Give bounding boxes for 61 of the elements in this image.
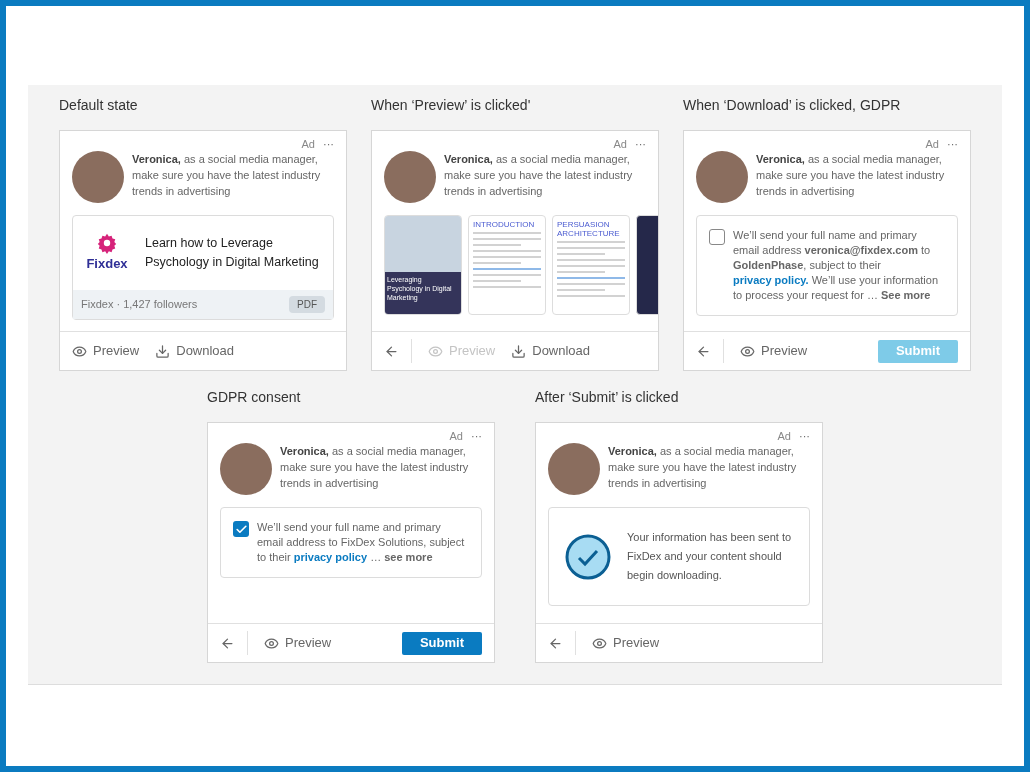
company-followers: Fixdex · 1,427 followers bbox=[81, 296, 198, 312]
download-icon bbox=[511, 343, 527, 359]
back-button[interactable] bbox=[696, 339, 724, 363]
ad-label: Ad bbox=[925, 136, 939, 152]
avatar-placeholder bbox=[384, 151, 436, 203]
checkmark-circle-icon bbox=[565, 533, 611, 580]
ad-message: Veronica, as a social media manager, make sure you have the latest industry trends in advertising bbox=[280, 444, 470, 491]
avatar-placeholder bbox=[548, 443, 600, 495]
consent-text: We’ll send your full name and primary email address to FixDex Solutions, subject to their privacy policy … see more bbox=[257, 520, 466, 565]
ad-message: Veronica, as a social media manager, make sure you have the latest industry trends in advertising bbox=[608, 444, 798, 491]
privacy-policy-link[interactable]: privacy policy bbox=[293, 551, 368, 563]
state-caption: After ‘Submit’ is clicked bbox=[535, 388, 680, 407]
state-caption: When ‘Preview’ is clicked' bbox=[371, 96, 532, 115]
brand-logo-text: Fixdex bbox=[86, 255, 128, 273]
preview-button[interactable]: Preview bbox=[72, 341, 140, 361]
preview-button[interactable]: Preview bbox=[592, 633, 660, 653]
back-button[interactable] bbox=[220, 631, 248, 655]
ad-label: Ad bbox=[777, 428, 791, 444]
preview-button[interactable]: Preview bbox=[740, 341, 808, 361]
ad-message: Veronica, as a social media manager, make sure you have the latest industry trends in advertising bbox=[756, 152, 946, 199]
more-options-button[interactable]: ··· bbox=[471, 430, 482, 442]
file-type-label: PDF bbox=[289, 295, 325, 313]
document-title: Learn how to Leverage Psychology in Digital Marketing bbox=[145, 234, 320, 271]
ad-label: Ad bbox=[301, 136, 315, 152]
ad-label: Ad bbox=[449, 428, 463, 444]
back-button[interactable] bbox=[548, 631, 576, 655]
eye-icon bbox=[264, 635, 279, 651]
more-options-button[interactable]: ··· bbox=[323, 138, 334, 150]
consent-checkbox[interactable] bbox=[233, 521, 249, 537]
state-caption: When ‘Download’ is clicked, GDPR bbox=[683, 96, 902, 115]
avatar-placeholder bbox=[696, 151, 748, 203]
ad-message: Veronica, as a social media manager, make sure you have the latest industry trends in advertising bbox=[132, 152, 322, 199]
state-caption: Default state bbox=[59, 96, 139, 115]
submit-button[interactable]: Submit bbox=[401, 631, 482, 655]
download-button[interactable]: Download bbox=[155, 341, 235, 361]
avatar-placeholder bbox=[72, 151, 124, 203]
avatar-placeholder bbox=[220, 443, 272, 495]
download-icon bbox=[155, 343, 171, 359]
consent-checkbox[interactable] bbox=[709, 229, 725, 245]
document-card[interactable]: Fixdex Learn how to Leverage Psychology in Digital Marketing Fixdex · 1,427 followers PDF bbox=[72, 215, 334, 320]
consent-text: We’ll send your full name and primary email address veronica@fixdex.com to GoldenPhase, subject to their privacy policy. We’ll use your information to process your request for … See more bbox=[733, 228, 940, 303]
document-page-thumbnail[interactable]: PERSUASION ARCHITECTURE bbox=[552, 215, 630, 315]
gear-logo-icon bbox=[96, 232, 118, 254]
page-heading: PERSUASION ARCHITECTURE bbox=[557, 220, 621, 238]
ad-label: Ad bbox=[613, 136, 627, 152]
state-caption: GDPR consent bbox=[207, 388, 302, 407]
more-options-button[interactable]: ··· bbox=[947, 138, 958, 150]
more-options-button[interactable]: ··· bbox=[799, 430, 810, 442]
download-button[interactable]: Download bbox=[511, 341, 591, 361]
back-button[interactable] bbox=[384, 339, 412, 363]
eye-icon bbox=[740, 343, 755, 359]
eye-icon bbox=[72, 343, 87, 359]
eye-icon bbox=[592, 635, 607, 651]
ad-message: Veronica, as a social media manager, make sure you have the latest industry trends in advertising bbox=[444, 152, 634, 199]
document-page-thumbnail[interactable]: INTRODUCTION bbox=[468, 215, 546, 315]
preview-button[interactable]: Preview bbox=[264, 633, 332, 653]
eye-icon bbox=[428, 343, 443, 359]
confirmation-text: Your information has been sent to FixDex and your content should begin downloading. bbox=[627, 530, 793, 583]
page-heading: INTRODUCTION bbox=[473, 220, 536, 229]
more-options-button[interactable]: ··· bbox=[635, 138, 646, 150]
privacy-policy-link[interactable]: privacy policy. bbox=[733, 274, 809, 286]
